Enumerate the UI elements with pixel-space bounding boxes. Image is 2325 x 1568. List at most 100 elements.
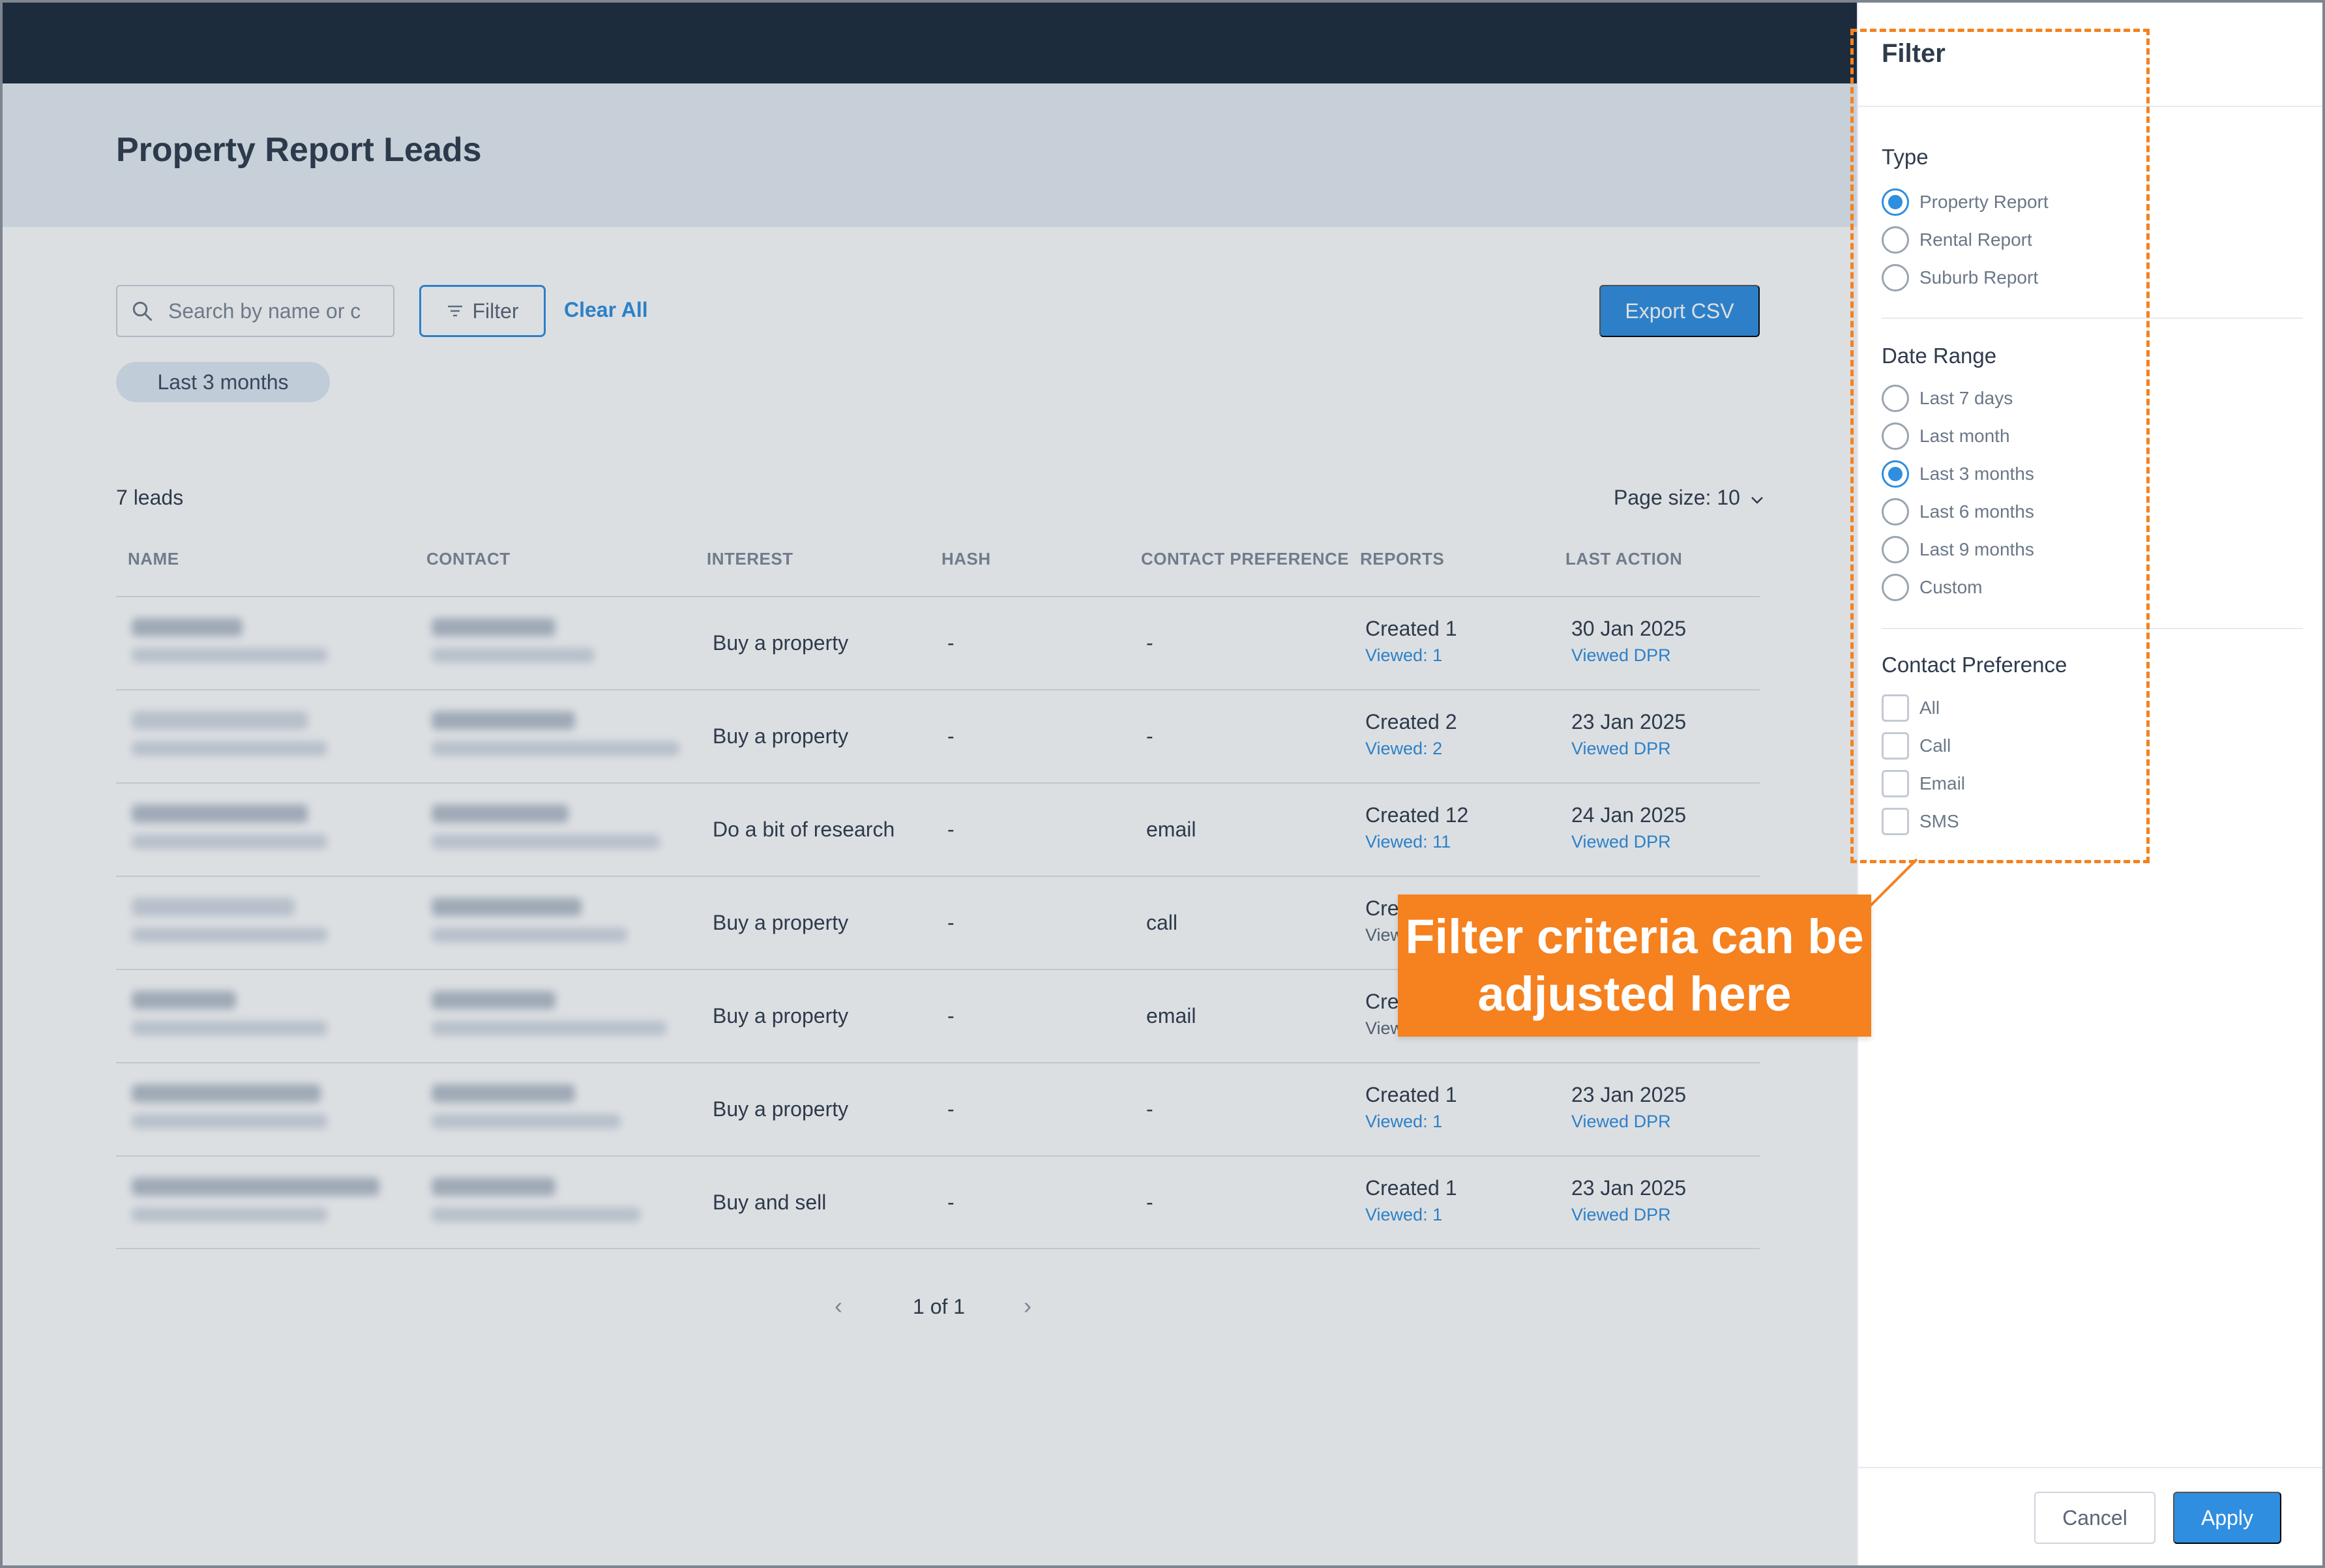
- reports-created: Cre: [1365, 990, 1399, 1013]
- interest-cell: Buy a property: [713, 911, 849, 934]
- blurred-email: [432, 835, 660, 849]
- reports-created: Cre: [1365, 896, 1399, 920]
- column-header-hash[interactable]: HASH: [941, 549, 991, 569]
- contact-preference-cell: -: [1146, 1097, 1153, 1121]
- blurred-contact: [432, 898, 582, 916]
- contact-preference-cell: -: [1146, 631, 1153, 655]
- blurred-created-date: [132, 1021, 327, 1035]
- apply-button[interactable]: Apply: [2173, 1492, 2281, 1544]
- main-app: Property Report Leads Filter Clear All E…: [0, 0, 1857, 1568]
- blurred-created-date: [132, 741, 327, 756]
- column-header-name[interactable]: NAME: [128, 549, 179, 569]
- divider: [1858, 1467, 2325, 1468]
- blurred-email: [432, 1021, 666, 1035]
- cancel-button[interactable]: Cancel: [2034, 1492, 2155, 1544]
- pagination: ‹ 1 of 1 ›: [828, 1292, 1050, 1325]
- table-row[interactable]: Buy a property - - Created 2 Viewed: 2 2…: [116, 689, 1760, 782]
- interest-cell: Buy and sell: [713, 1191, 827, 1214]
- highlight-box: [1850, 29, 2150, 863]
- last-action-detail[interactable]: Viewed DPR: [1571, 1205, 1671, 1225]
- chevron-right-icon[interactable]: ›: [1024, 1292, 1031, 1320]
- interest-cell: Buy a property: [713, 631, 849, 655]
- active-filter-chip[interactable]: Last 3 months: [116, 362, 330, 402]
- blurred-created-date: [132, 1207, 327, 1222]
- reports-viewed: Viewed: 1: [1365, 1112, 1443, 1131]
- table-row[interactable]: Buy a property - - Created 1 Viewed: 1 3…: [116, 596, 1760, 689]
- column-header-reports[interactable]: REPORTS: [1360, 549, 1444, 569]
- table-row[interactable]: Do a bit of research - email Created 12 …: [116, 782, 1760, 876]
- interest-cell: Buy a property: [713, 1004, 849, 1028]
- blurred-email: [432, 1114, 621, 1129]
- last-action-date: 30 Jan 2025: [1571, 617, 1687, 640]
- table-row[interactable]: Buy and sell - - Created 1 Viewed: 1 23 …: [116, 1155, 1760, 1249]
- page-size-label: Page size: 10: [1614, 486, 1740, 509]
- last-action-date: 24 Jan 2025: [1571, 803, 1687, 827]
- blurred-contact: [432, 805, 569, 823]
- interest-cell: Buy a property: [713, 1097, 849, 1121]
- blurred-name: [132, 711, 308, 730]
- chevron-down-icon: [1751, 497, 1763, 504]
- blurred-contact: [432, 1084, 575, 1102]
- reports-created: Created 2: [1365, 710, 1457, 733]
- contact-preference-cell: email: [1146, 1004, 1196, 1028]
- blurred-created-date: [132, 1114, 327, 1129]
- last-action-detail[interactable]: Viewed DPR: [1571, 1112, 1671, 1132]
- blurred-name: [132, 618, 243, 636]
- hash-cell: -: [947, 1191, 955, 1214]
- reports-created: Created 1: [1365, 1176, 1457, 1200]
- blurred-name: [132, 991, 236, 1009]
- search-icon: [132, 301, 152, 321]
- chevron-left-icon[interactable]: ‹: [835, 1292, 842, 1320]
- clear-all-link[interactable]: Clear All: [564, 298, 648, 322]
- filter-button-label: Filter: [472, 299, 519, 323]
- blurred-email: [432, 741, 679, 756]
- column-header-interest[interactable]: INTEREST: [707, 549, 793, 569]
- hash-cell: -: [947, 1097, 955, 1121]
- last-action-detail[interactable]: Viewed DPR: [1571, 832, 1671, 852]
- hash-cell: -: [947, 724, 955, 748]
- interest-cell: Buy a property: [713, 724, 849, 748]
- top-navigation-bar: [0, 0, 1857, 83]
- table-divider: [116, 1248, 1760, 1249]
- reports-viewed: Viewed: 1: [1365, 645, 1443, 665]
- column-header-last-action[interactable]: LAST ACTION: [1565, 549, 1682, 569]
- column-header-contact-preference[interactable]: CONTACT PREFERENCE: [1141, 549, 1349, 569]
- blurred-contact: [432, 991, 555, 1009]
- reports-created: Created 1: [1365, 1083, 1457, 1106]
- blurred-created-date: [132, 648, 327, 662]
- blurred-email: [432, 648, 595, 662]
- last-action-date: 23 Jan 2025: [1571, 1176, 1687, 1200]
- blurred-name: [132, 1084, 321, 1102]
- export-csv-button[interactable]: Export CSV: [1599, 285, 1760, 337]
- last-action-detail[interactable]: Viewed DPR: [1571, 739, 1671, 759]
- last-action-detail[interactable]: Viewed DPR: [1571, 645, 1671, 666]
- blurred-contact: [432, 618, 555, 636]
- reports-viewed: Viewed: 2: [1365, 739, 1443, 758]
- reports-viewed: Viewed: 1: [1365, 1205, 1443, 1224]
- last-action-date: 23 Jan 2025: [1571, 1083, 1687, 1106]
- page-title: Property Report Leads: [116, 131, 482, 169]
- page-size-select[interactable]: Page size: 10: [1614, 486, 1764, 510]
- blurred-contact: [432, 1177, 555, 1196]
- filter-icon: [448, 305, 463, 317]
- search-input[interactable]: [168, 288, 383, 334]
- blurred-name: [132, 805, 308, 823]
- blurred-name: [132, 898, 295, 916]
- search-box[interactable]: [116, 285, 394, 337]
- column-header-contact[interactable]: CONTACT: [426, 549, 511, 569]
- blurred-created-date: [132, 928, 327, 942]
- blurred-email: [432, 928, 627, 942]
- table-row[interactable]: Buy a property - - Created 1 Viewed: 1 2…: [116, 1062, 1760, 1155]
- last-action-date: 23 Jan 2025: [1571, 710, 1687, 733]
- blurred-name: [132, 1177, 379, 1196]
- contact-preference-cell: email: [1146, 818, 1196, 841]
- reports-created: Created 12: [1365, 803, 1469, 827]
- blurred-email: [432, 1207, 640, 1222]
- contact-preference-cell: -: [1146, 1191, 1153, 1214]
- reports-created: Created 1: [1365, 617, 1457, 640]
- reports-viewed: Viewed: 11: [1365, 832, 1451, 851]
- filter-button[interactable]: Filter: [419, 285, 546, 337]
- hash-cell: -: [947, 631, 955, 655]
- interest-cell: Do a bit of research: [713, 818, 895, 841]
- contact-preference-cell: -: [1146, 724, 1153, 748]
